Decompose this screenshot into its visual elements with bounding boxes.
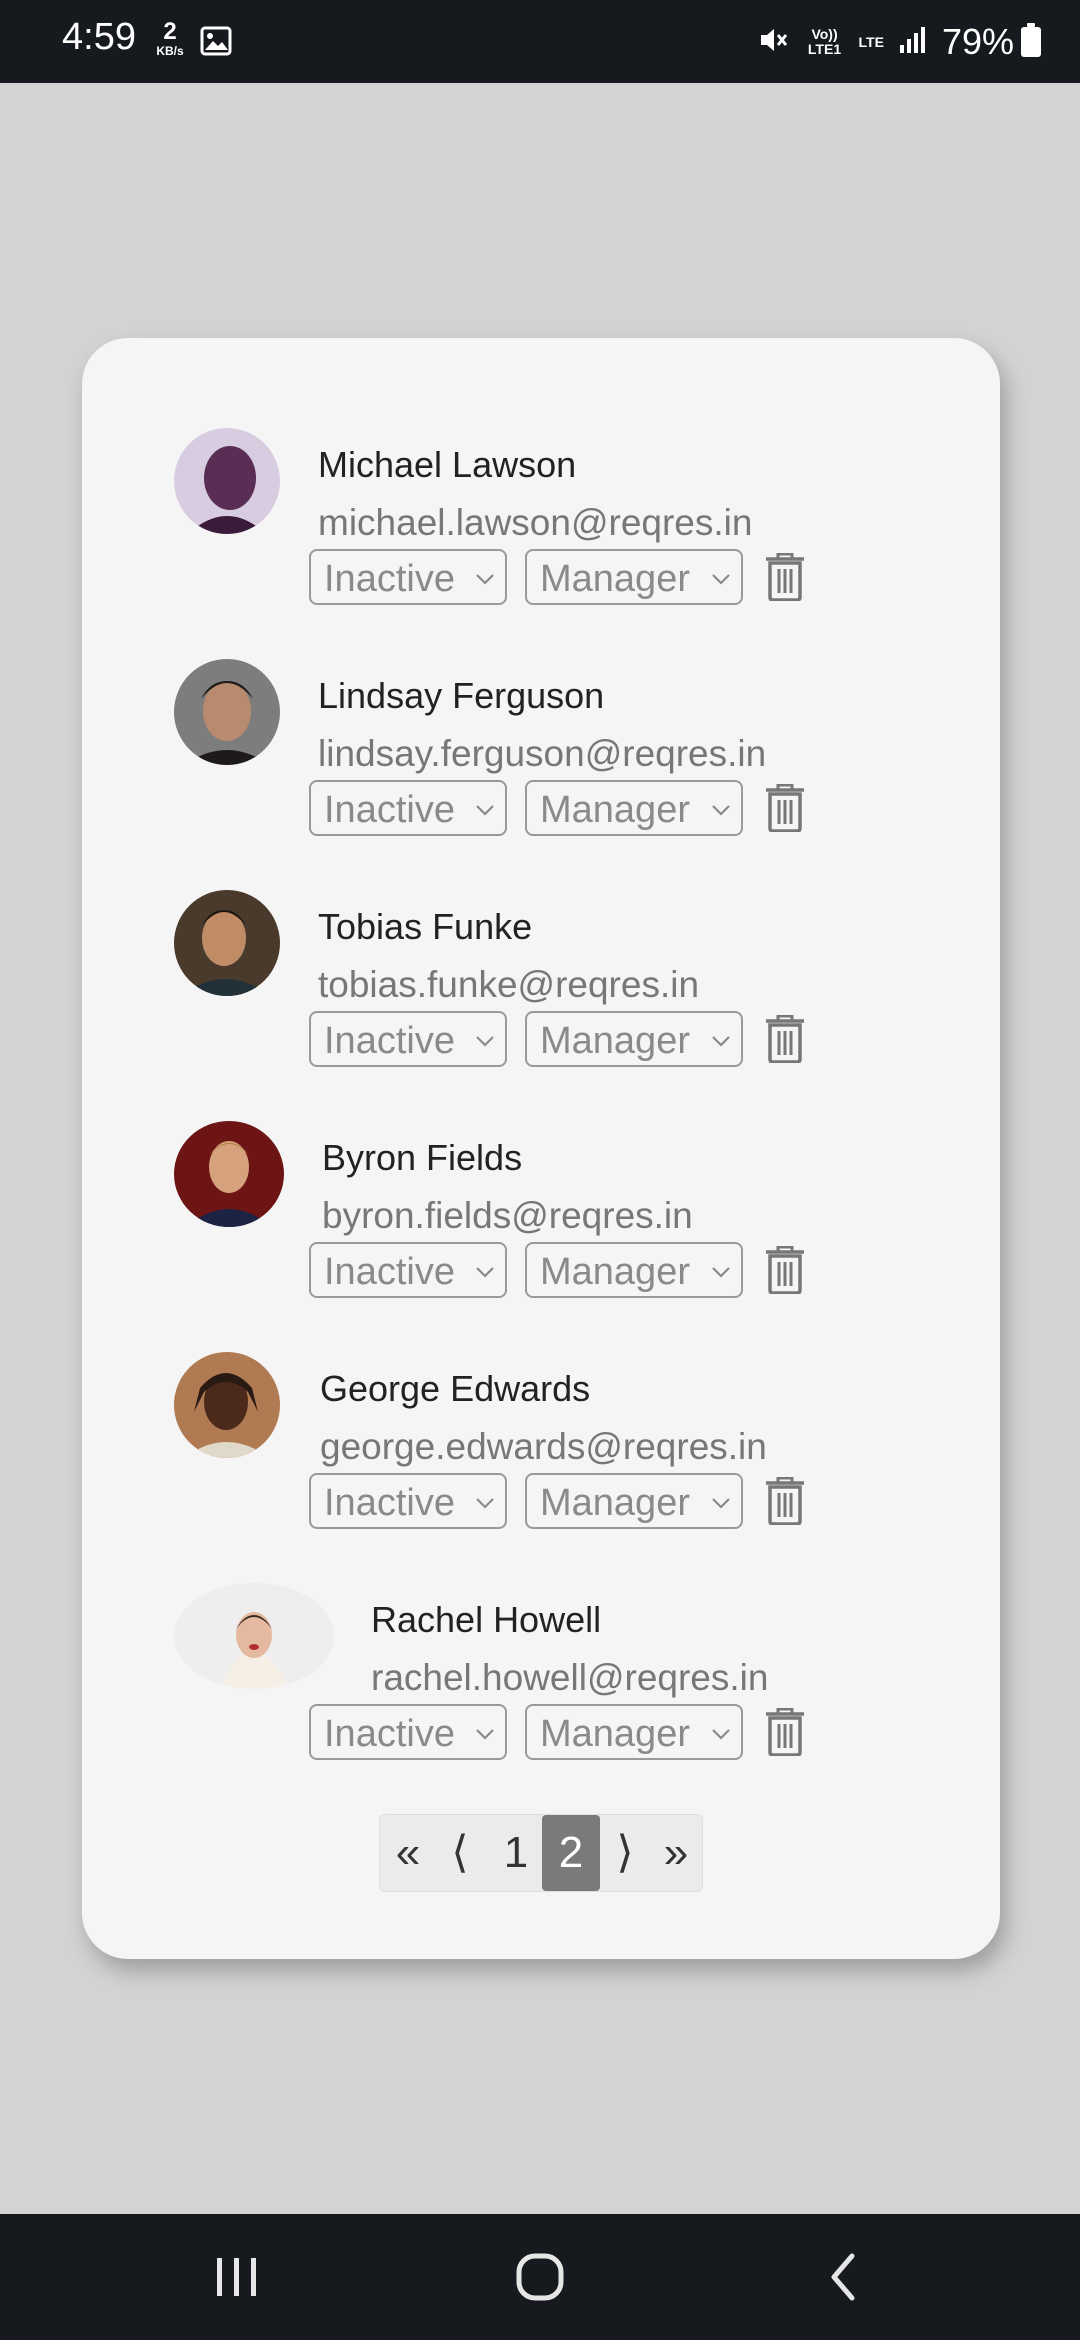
chevron-down-icon — [712, 1267, 730, 1278]
status-select-value: Inactive — [324, 558, 455, 600]
next-page-button[interactable]: ⟩ — [600, 1815, 650, 1891]
chevron-down-icon — [712, 1729, 730, 1740]
user-email: byron.fields@reqres.in — [322, 1195, 693, 1236]
image-icon — [200, 25, 232, 62]
avatar — [174, 1352, 280, 1458]
system-nav-bar — [0, 2214, 1080, 2340]
role-select-value: Manager — [540, 558, 690, 600]
user-name: Tobias Funke — [318, 906, 533, 947]
last-page-button[interactable]: » — [650, 1815, 702, 1891]
network-speed: 2 KB/s — [150, 18, 190, 58]
back-icon[interactable] — [782, 2214, 902, 2340]
users-card: Michael Lawson michael.lawson@reqres.in … — [82, 338, 1000, 1959]
status-select-value: Inactive — [324, 1713, 455, 1755]
battery-icon — [1020, 22, 1042, 63]
trash-icon[interactable] — [765, 1014, 805, 1068]
status-bar: 4:59 2 KB/s Vo)) LTE1 LTE 79% — [0, 0, 1080, 83]
avatar — [174, 659, 280, 765]
network-speed-unit: KB/s — [156, 44, 184, 58]
role-select-value: Manager — [540, 1482, 690, 1524]
role-select[interactable]: Manager — [525, 1473, 743, 1529]
status-time: 4:59 — [62, 16, 136, 58]
user-name: Lindsay Ferguson — [318, 675, 605, 716]
role-select[interactable]: Manager — [525, 549, 743, 605]
status-select[interactable]: Inactive — [309, 1011, 507, 1067]
avatar — [174, 890, 280, 996]
role-select-value: Manager — [540, 1020, 690, 1062]
role-select[interactable]: Manager — [525, 1011, 743, 1067]
role-select-value: Manager — [540, 789, 690, 831]
recent-apps-icon[interactable] — [177, 2214, 297, 2340]
page-button-2[interactable]: 2 — [542, 1815, 600, 1891]
chevron-down-icon — [476, 1267, 494, 1278]
volte-label: Vo)) LTE1 — [807, 26, 842, 57]
chevron-down-icon — [476, 1729, 494, 1740]
user-list-item: George Edwards george.edwards@reqres.in … — [82, 1352, 1000, 1552]
user-name: Byron Fields — [322, 1137, 523, 1178]
user-name: Rachel Howell — [371, 1599, 602, 1640]
user-email: tobias.funke@reqres.in — [318, 964, 700, 1005]
user-list-item: Lindsay Ferguson lindsay.ferguson@reqres… — [82, 659, 1000, 859]
status-select[interactable]: Inactive — [309, 1704, 507, 1760]
chevron-down-icon — [712, 1498, 730, 1509]
user-list-item: Byron Fields byron.fields@reqres.in Inac… — [82, 1121, 1000, 1321]
status-select[interactable]: Inactive — [309, 1473, 507, 1529]
chevron-down-icon — [712, 1036, 730, 1047]
user-name: Michael Lawson — [318, 444, 577, 485]
user-email: george.edwards@reqres.in — [320, 1426, 767, 1467]
user-name: George Edwards — [320, 1368, 591, 1409]
avatar — [174, 1121, 284, 1227]
mute-icon — [757, 23, 791, 62]
lte-label: LTE — [858, 33, 884, 50]
chevron-down-icon — [712, 805, 730, 816]
user-list-item: Michael Lawson michael.lawson@reqres.in … — [82, 428, 1000, 628]
role-select[interactable]: Manager — [525, 780, 743, 836]
status-select-value: Inactive — [324, 1251, 455, 1293]
user-email: rachel.howell@reqres.in — [371, 1657, 769, 1698]
status-select[interactable]: Inactive — [309, 549, 507, 605]
role-select-value: Manager — [540, 1251, 690, 1293]
status-select-value: Inactive — [324, 1482, 455, 1524]
trash-icon[interactable] — [765, 1245, 805, 1299]
signal-icon — [898, 25, 928, 60]
avatar — [174, 428, 280, 534]
user-list-item: Rachel Howell rachel.howell@reqres.in In… — [82, 1583, 1000, 1783]
user-email: lindsay.ferguson@reqres.in — [318, 733, 767, 774]
user-email: michael.lawson@reqres.in — [318, 502, 753, 543]
battery-percent: 79% — [941, 21, 1014, 62]
role-select[interactable]: Manager — [525, 1242, 743, 1298]
status-select-value: Inactive — [324, 1020, 455, 1062]
chevron-down-icon — [712, 574, 730, 585]
status-select[interactable]: Inactive — [309, 1242, 507, 1298]
status-indicators: Vo)) LTE1 LTE 79% — [743, 14, 1042, 70]
home-icon[interactable] — [480, 2214, 600, 2340]
user-list-item: Tobias Funke tobias.funke@reqres.in Inac… — [82, 890, 1000, 1090]
page-button-1[interactable]: 1 — [490, 1815, 542, 1891]
role-select[interactable]: Manager — [525, 1704, 743, 1760]
status-select[interactable]: Inactive — [309, 780, 507, 836]
status-select-value: Inactive — [324, 789, 455, 831]
trash-icon[interactable] — [765, 783, 805, 837]
prev-page-button[interactable]: ⟨ — [436, 1815, 484, 1891]
chevron-down-icon — [476, 1036, 494, 1047]
chevron-down-icon — [476, 574, 494, 585]
trash-icon[interactable] — [765, 552, 805, 606]
chevron-down-icon — [476, 805, 494, 816]
avatar — [174, 1583, 334, 1689]
trash-icon[interactable] — [765, 1707, 805, 1761]
trash-icon[interactable] — [765, 1476, 805, 1530]
pagination: « ⟨ 1 2 ⟩ » — [379, 1814, 703, 1892]
first-page-button[interactable]: « — [380, 1815, 436, 1891]
network-speed-value: 2 — [163, 18, 177, 45]
chevron-down-icon — [476, 1498, 494, 1509]
role-select-value: Manager — [540, 1713, 690, 1755]
